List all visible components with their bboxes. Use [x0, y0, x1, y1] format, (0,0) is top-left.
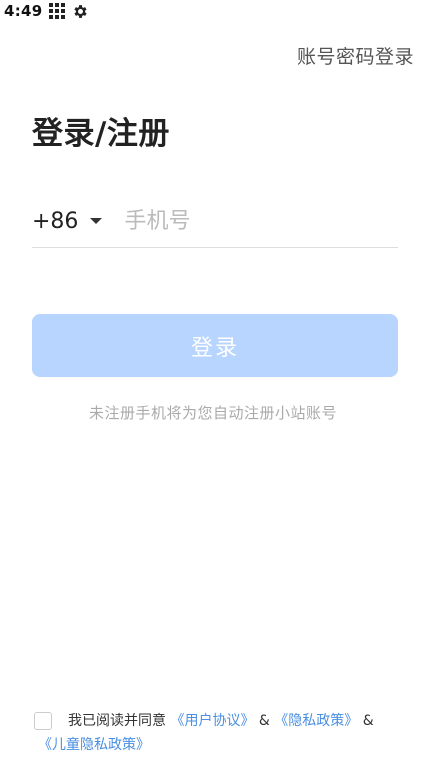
grid-icon	[48, 2, 66, 20]
register-hint: 未注册手机将为您自动注册小站账号	[88, 404, 337, 422]
gear-icon	[72, 3, 89, 20]
account-password-login-link[interactable]: 账号密码登录	[297, 42, 414, 69]
agreement-text: 我已阅读并同意 《用户协议》 & 《隐私政策》 &	[68, 710, 398, 732]
agreement-line2: 《儿童隐私政策》	[38, 734, 150, 756]
caret-down-icon	[90, 218, 103, 224]
country-code-label: +86	[32, 208, 79, 234]
country-code-selector[interactable]: +86	[32, 199, 103, 243]
status-bar: 4:49	[0, 0, 426, 22]
user-agreement-link[interactable]: 《用户协议》	[170, 713, 254, 729]
agreement-checkbox[interactable]	[34, 712, 52, 730]
privacy-policy-link[interactable]: 《隐私政策》	[274, 713, 358, 729]
phone-input[interactable]	[124, 201, 399, 241]
child-privacy-policy-link[interactable]: 《儿童隐私政策》	[38, 737, 150, 753]
ampersand: &	[258, 713, 270, 729]
status-time: 4:49	[4, 2, 43, 20]
page-title: 登录/注册	[32, 116, 170, 152]
ampersand: &	[362, 713, 374, 729]
login-button[interactable]: 登录	[32, 314, 398, 377]
agreement-prefix: 我已阅读并同意	[68, 713, 166, 729]
phone-input-row: +86	[32, 195, 399, 248]
